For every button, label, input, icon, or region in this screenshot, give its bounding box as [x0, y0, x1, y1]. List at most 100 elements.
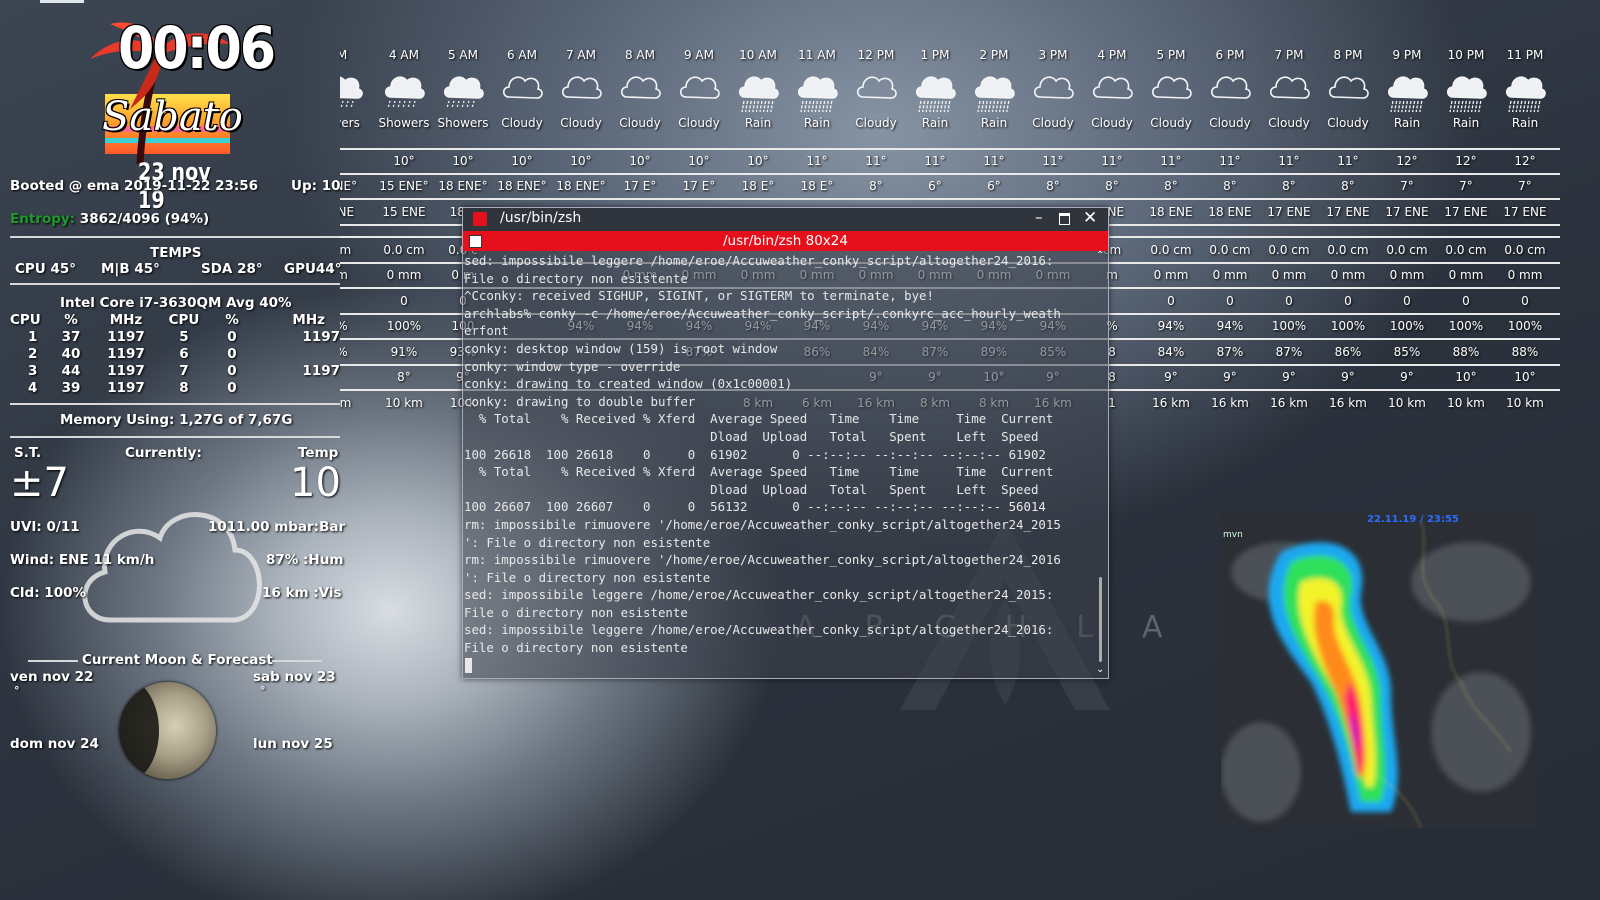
condition-label: Cloudy	[1268, 116, 1310, 130]
terminal-titlebar[interactable]: /usr/bin/zsh – ✕	[463, 208, 1108, 231]
hourly-temps-value: 10°	[688, 154, 710, 168]
cloudy-icon	[492, 64, 552, 116]
hourly-wind-dir-value: 8°	[1046, 179, 1060, 193]
cpu-cell	[256, 345, 340, 362]
wind: Wind: ENE 11 km/h	[10, 552, 155, 568]
terminal-line: conky: drawing to created window (0x1c00…	[464, 376, 793, 392]
hourly-wind-dir-value: 7°	[1400, 179, 1414, 193]
hour-column: 5 AM Showers	[433, 48, 493, 132]
hour-label: 9 AM	[683, 48, 714, 62]
hourly-count-value: 0	[1521, 294, 1529, 308]
terminal-line: 100 26618 100 26618 0 0 61902 0 --:--:--…	[464, 446, 1046, 462]
divider	[10, 403, 340, 405]
hourly-precip-mm-value: 0 mm	[1271, 268, 1307, 282]
hourly-precip-mm-value: 0 mm	[1330, 268, 1366, 282]
condition-label: Showers	[378, 116, 430, 130]
temp-sda: SDA 28°	[201, 261, 263, 277]
moon-day-2: sab nov 23	[253, 669, 336, 685]
hourly-wind-dir-value: 8°	[869, 179, 883, 193]
hour-column: 12 PM Cloudy	[846, 48, 906, 132]
terminal-title: /usr/bin/zsh	[500, 210, 582, 226]
hour-column: 11 PM Rain	[1495, 48, 1555, 132]
hourly-wind-speed-value: ENE	[340, 205, 355, 219]
hourly-wind-dir-value: 18 ENE°	[438, 179, 488, 193]
cpu-header: %	[225, 311, 239, 328]
cpu-cell: 2	[28, 345, 38, 362]
hour-column: 5 PM Cloudy	[1141, 48, 1201, 132]
hour-label: 1 PM	[920, 48, 950, 62]
tab-icon	[469, 235, 482, 248]
hourly-precip-mm-value: 0 mm	[1212, 268, 1248, 282]
hourly-wind-dir-value: 7°	[1459, 179, 1473, 193]
hour-label: 6 PM	[1215, 48, 1245, 62]
terminal-line: Dload Upload Total Spent Left Speed	[464, 428, 1039, 444]
condition-label: Rain	[1511, 116, 1539, 130]
hour-column: 9 PM Rain	[1377, 48, 1437, 132]
cpu-cell: 0	[227, 328, 237, 345]
hourly-temps-value: 11°	[983, 154, 1005, 168]
hourly-wind-dir-value: 17 E°	[682, 179, 716, 193]
cpu-cell: 0	[227, 345, 237, 362]
scrollbar-thumb[interactable]	[1099, 577, 1102, 662]
hour-label: 3 PM	[1038, 48, 1068, 62]
cpu-cell: 6	[179, 345, 189, 362]
temp-mb: M|B 45°	[101, 261, 160, 277]
cpu-cell: 4	[28, 379, 38, 396]
cpu-cell	[256, 379, 340, 396]
condition-label: Rain	[921, 116, 949, 130]
terminal-output[interactable]: sed: impossibile leggere /home/eroe/Accu…	[464, 252, 1094, 678]
minimize-icon[interactable]: –	[1035, 208, 1043, 226]
cpu-cell: 39	[61, 379, 81, 396]
hourly-wind-dir-value: 8°	[1341, 179, 1355, 193]
hourly-dew-value: 8°	[397, 370, 411, 384]
terminal-line: ': File o directory non esistente	[464, 569, 711, 585]
hourly-pct1-value: 94%	[1216, 319, 1244, 333]
showers-icon	[340, 64, 372, 116]
hourly-precip-mm-value: 0 mm	[1448, 268, 1484, 282]
divider	[10, 236, 340, 238]
hourly-pct2-value: %	[340, 345, 372, 359]
hour-label: 10 AM	[739, 48, 777, 62]
hourly-pct1-value: 100%	[1389, 319, 1425, 333]
terminal-scrollbar[interactable]: ⌃ ⌄	[1096, 250, 1106, 676]
condition-label: Cloudy	[1209, 116, 1251, 130]
scroll-up-icon[interactable]: ⌃	[1096, 250, 1104, 261]
terminal-line: sed: impossibile leggere /home/eroe/Accu…	[464, 622, 1054, 638]
moon-day-2-value: °	[260, 684, 266, 697]
maximize-icon[interactable]	[1059, 213, 1070, 225]
hourly-pct2-value: 91%	[390, 345, 418, 359]
hourly-pct1-value: 100%	[1448, 319, 1484, 333]
hour-label: 8 AM	[624, 48, 655, 62]
close-icon[interactable]: ✕	[1083, 208, 1097, 228]
moon-title: Current Moon & Forecast	[82, 652, 273, 668]
cpu-cell: 37	[61, 328, 81, 345]
hourly-count-value: 0	[1462, 294, 1470, 308]
rain-icon	[964, 64, 1024, 116]
hourly-wind-speed-value: 17 ENE	[1444, 205, 1488, 219]
terminal-line: % Total % Received % Xferd Average Speed…	[464, 411, 1054, 427]
scroll-down-icon[interactable]: ⌄	[1096, 664, 1104, 675]
cpu-cell: 3	[28, 362, 38, 379]
condition-label: Rain	[803, 116, 831, 130]
cloudy-icon	[1141, 64, 1201, 116]
cpu-header: %	[64, 311, 78, 328]
terminal-line: rm: impossibile rimuovere '/home/eroe/Ac…	[464, 516, 1061, 532]
cpu-cell: 0	[227, 379, 237, 396]
table-row: 1 37 1197 5 0 1197	[10, 328, 340, 345]
terminal-window[interactable]: /usr/bin/zsh – ✕ /usr/bin/zsh 80x24 sed:…	[462, 207, 1109, 679]
moon-icon	[119, 682, 216, 779]
hour-label: 10 PM	[1447, 48, 1485, 62]
hour-label: 11 PM	[1506, 48, 1544, 62]
terminal-tab[interactable]: /usr/bin/zsh 80x24	[463, 231, 1108, 251]
divider	[28, 660, 78, 662]
hour-column: 10 AM Rain	[728, 48, 788, 132]
hour-column: 4 PM Cloudy	[1082, 48, 1142, 132]
hourly-wind-dir-value: 6°	[928, 179, 942, 193]
cpu-cell: 1197	[107, 379, 145, 396]
feels-like-value: ±7	[10, 460, 69, 506]
terminal-tab-label: /usr/bin/zsh 80x24	[723, 233, 848, 249]
hour-column: 10 PM Rain	[1436, 48, 1496, 132]
hourly-dew-value: 10°	[1514, 370, 1536, 384]
hourly-dew-value: 9°	[1282, 370, 1296, 384]
hourly-count-value: 0	[1403, 294, 1411, 308]
